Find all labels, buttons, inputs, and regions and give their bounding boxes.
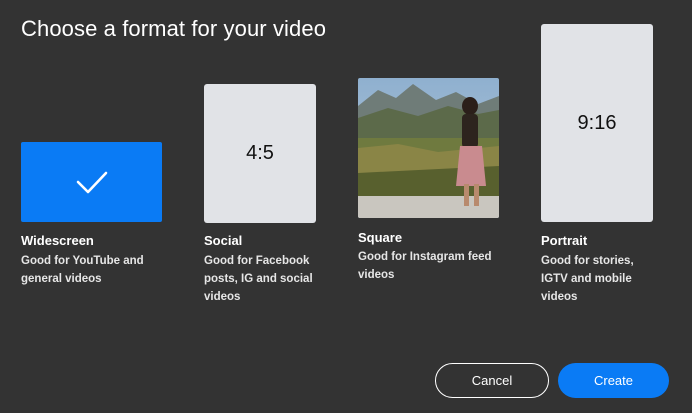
create-button[interactable]: Create xyxy=(558,363,669,398)
square-thumbnail[interactable] xyxy=(358,78,499,218)
format-name: Widescreen xyxy=(21,233,94,248)
format-name: Social xyxy=(204,233,243,248)
landscape-photo xyxy=(358,78,499,218)
social-thumbnail[interactable]: 4:5 xyxy=(204,84,316,223)
portrait-thumbnail[interactable]: 9:16 xyxy=(541,24,653,222)
format-description: Good for Instagram feed videos xyxy=(358,251,492,281)
aspect-ratio-label: 9:16 xyxy=(577,111,617,134)
aspect-ratio-label: 4:5 xyxy=(246,142,274,164)
checkmark-icon xyxy=(76,171,107,194)
format-description: Good for YouTube and general videos xyxy=(21,255,144,285)
dialog-title: Choose a format for your video xyxy=(21,16,327,41)
format-name: Square xyxy=(358,230,403,245)
cancel-button[interactable]: Cancel xyxy=(435,363,549,398)
format-name: Portrait xyxy=(541,233,588,248)
format-description: Good for stories, IGTV and mobile videos xyxy=(541,255,634,303)
format-description: Good for Facebook posts, IG and social v… xyxy=(204,255,313,303)
widescreen-thumbnail[interactable] xyxy=(21,142,162,222)
